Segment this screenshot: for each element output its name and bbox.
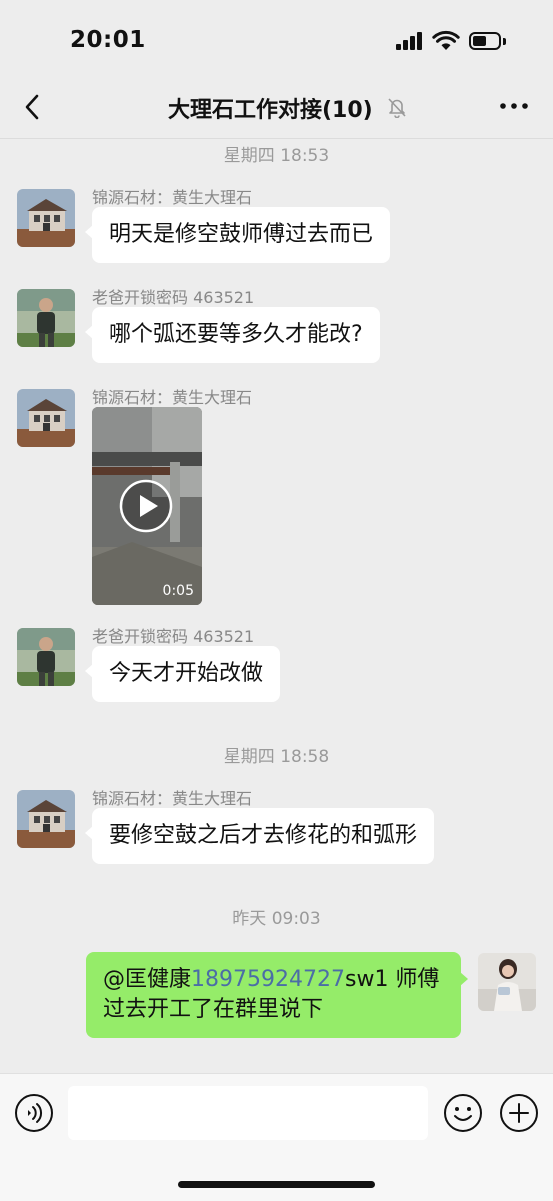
wifi-icon — [432, 30, 460, 50]
message-bubble[interactable]: 今天才开始改做 — [84, 646, 281, 702]
avatar-sender-person[interactable] — [17, 289, 75, 347]
chat-header: 大理石工作对接(10) — [0, 80, 553, 139]
message-bubble[interactable]: 明天是修空鼓师傅过去而已 — [84, 207, 391, 263]
mention-name[interactable]: @匡健康 — [103, 967, 191, 992]
status-time: 20:01 — [70, 27, 146, 53]
bell-slash-icon — [388, 98, 406, 118]
avatar-sender-house[interactable] — [17, 389, 75, 447]
avatar-sender-house[interactable] — [17, 790, 75, 848]
voice-icon[interactable] — [14, 1093, 54, 1133]
battery-icon — [469, 32, 501, 50]
sender-name: 锦源石材：黄生大理石 — [92, 188, 253, 207]
sender-name: 锦源石材：黄生大理石 — [92, 789, 253, 808]
avatar-sender-house[interactable] — [17, 189, 75, 247]
message-bubble[interactable]: 哪个弧还要等多久才能改? — [85, 307, 380, 363]
message-input[interactable] — [68, 1086, 428, 1140]
sender-name: 老爸开锁密码 463521 — [92, 288, 255, 307]
sender-name: 老爸开锁密码 463521 — [92, 627, 255, 646]
message-bubble[interactable]: 要修空鼓之后才去修花的和弧形 — [84, 808, 435, 864]
play-icon[interactable] — [119, 479, 173, 533]
emoji-icon[interactable] — [443, 1093, 483, 1133]
sender-name: 锦源石材：黄生大理石 — [92, 388, 253, 407]
outgoing-message-bubble[interactable]: @匡健康18975924727sw1 师傅过去开工了在群里说下 — [86, 952, 468, 1038]
back-chevron-icon[interactable] — [18, 92, 48, 122]
message-timestamp: 星期四 18:53 — [223, 146, 330, 166]
status-bar: 20:01 — [0, 0, 553, 80]
message-timestamp: 星期四 18:58 — [223, 747, 330, 767]
video-duration: 0:05 — [162, 583, 194, 599]
message-timestamp: 昨天 09:03 — [232, 909, 321, 929]
plus-icon[interactable] — [499, 1093, 539, 1133]
more-options-icon[interactable] — [498, 94, 530, 118]
phone-number-link[interactable]: 18975924727 — [191, 967, 345, 992]
video-message[interactable]: 0:05 — [92, 407, 202, 605]
cellular-signal-icon — [396, 32, 424, 50]
home-indicator — [178, 1181, 375, 1188]
avatar-self[interactable] — [478, 953, 536, 1011]
chat-title[interactable]: 大理石工作对接(10) — [168, 92, 373, 124]
avatar-sender-person[interactable] — [17, 628, 75, 686]
